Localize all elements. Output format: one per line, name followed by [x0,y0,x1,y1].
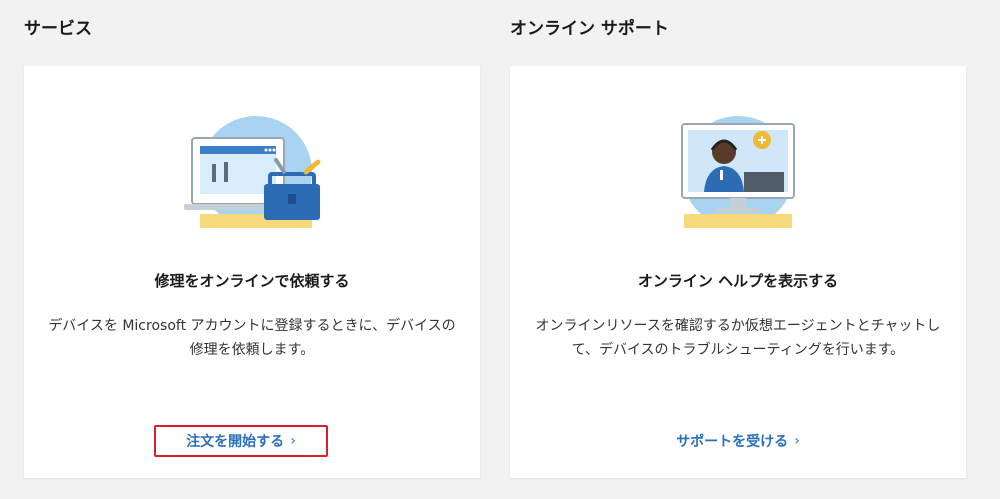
help-desc-line-1: オンラインリソースを確認するか仮想エージェントとチャットし [535,318,941,334]
help-desc-line-2: て、デバイスのトラブルシューティングを行います。 [571,342,905,358]
chevron-right-icon: › [794,433,800,449]
online-help-card: オンライン ヘルプを表示する オンラインリソースを確認するか仮想エージェントとチ… [510,66,966,478]
chevron-right-icon: › [290,433,296,449]
repair-illustration-icon [184,116,321,228]
repair-card-description: デバイスを Microsoft アカウントに登録するときに、デバイスの 修理を依… [44,314,460,362]
online-help-card-title: オンライン ヘルプを表示する [637,272,839,290]
online-support-heading: オンライン サポート [510,19,669,39]
repair-card: 修理をオンラインで依頼する デバイスを Microsoft アカウントに登録する… [24,66,480,478]
start-order-link-label: 注文を開始する [186,434,285,450]
support-agent-illustration-icon [681,116,795,228]
repair-card-title: 修理をオンラインで依頼する [154,272,350,290]
start-order-link[interactable]: 注文を開始する › [154,425,328,457]
get-support-link[interactable]: サポートを受ける › [638,425,838,457]
services-heading: サービス [24,19,92,39]
online-help-card-description: オンラインリソースを確認するか仮想エージェントとチャットし て、デバイスのトラブ… [530,314,946,362]
get-support-link-label: サポートを受ける [676,434,789,450]
repair-desc-line-1: デバイスを Microsoft アカウントに登録するときに、デバイスの [48,318,456,334]
repair-desc-line-2: 修理を依頼します。 [189,342,315,358]
